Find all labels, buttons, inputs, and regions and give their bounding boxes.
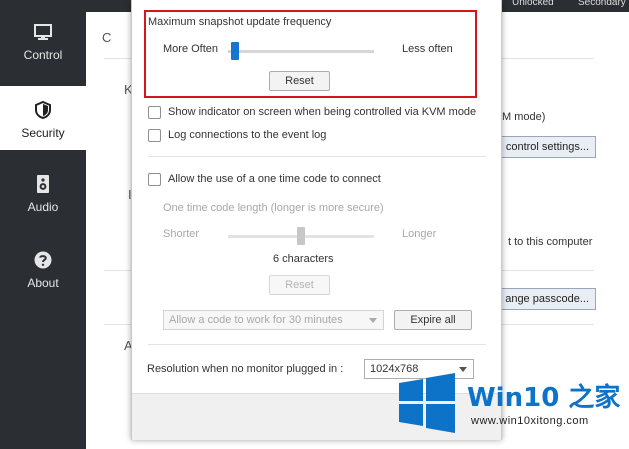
kvm-mode-text: M mode) [502,111,546,123]
more-often-label: More Often [163,43,219,55]
sidebar-item-label: Audio [27,200,59,214]
code-duration-value: Allow a code to work for 30 minutes [169,314,343,326]
top-status-strip: Unlocked Secondary [490,0,629,12]
one-time-code-checkbox[interactable] [148,173,161,186]
less-often-label: Less often [402,43,453,55]
code-length-label: One time code length (longer is more sec… [163,202,384,214]
sidebar-item-about[interactable]: About [0,236,86,300]
divider [148,344,486,345]
log-connections-label: Log connections to the event log [168,129,327,141]
change-passcode-button[interactable]: ange passcode... [494,288,596,310]
connect-text: t to this computer [508,236,593,248]
speaker-icon [37,175,49,193]
help-icon [34,251,52,269]
sidebar-item-label: Security [21,126,65,140]
sidebar-item-security[interactable]: Security [0,86,86,150]
code-length-value: 6 characters [273,253,334,265]
monitor-icon [34,24,52,40]
sidebar: Control Security Audio About [0,0,86,449]
chevron-down-icon [369,318,377,323]
show-indicator-label: Show indicator on screen when being cont… [168,106,477,118]
snapshot-frequency-slider[interactable] [228,50,374,53]
windows-logo-icon [399,373,455,433]
watermark: Win10 之家 www.win10xitong.com [393,367,629,449]
secondary-label: Secondary [578,0,626,8]
show-indicator-checkbox[interactable] [148,106,161,119]
sidebar-item-label: About [27,276,59,290]
snapshot-reset-button[interactable]: Reset [269,71,330,91]
code-duration-select[interactable]: Allow a code to work for 30 minutes [163,310,384,330]
code-length-slider-thumb[interactable] [297,227,305,245]
shorter-label: Shorter [163,228,200,240]
log-connections-checkbox[interactable] [148,129,161,142]
sidebar-item-audio[interactable]: Audio [0,160,86,224]
snapshot-slider-thumb[interactable] [230,42,239,60]
expire-all-button[interactable]: Expire all [394,310,472,330]
watermark-title: Win10 之家 [467,383,621,413]
control-settings-button[interactable]: control settings... [494,136,596,158]
shield-icon [35,100,51,120]
snapshot-frequency-title: Maximum snapshot update frequency [148,16,332,28]
longer-label: Longer [402,228,437,240]
divider [148,156,486,157]
sidebar-item-label: Control [23,48,63,62]
unlocked-label: Unlocked [512,0,554,8]
code-reset-button[interactable]: Reset [269,275,330,295]
resolution-label: Resolution when no monitor plugged in : [147,363,344,375]
watermark-url: www.win10xitong.com [471,415,589,427]
one-time-code-label: Allow the use of a one time code to conn… [168,173,381,185]
partial-icon-letter: C [102,30,112,45]
sidebar-item-control[interactable]: Control [0,8,86,72]
